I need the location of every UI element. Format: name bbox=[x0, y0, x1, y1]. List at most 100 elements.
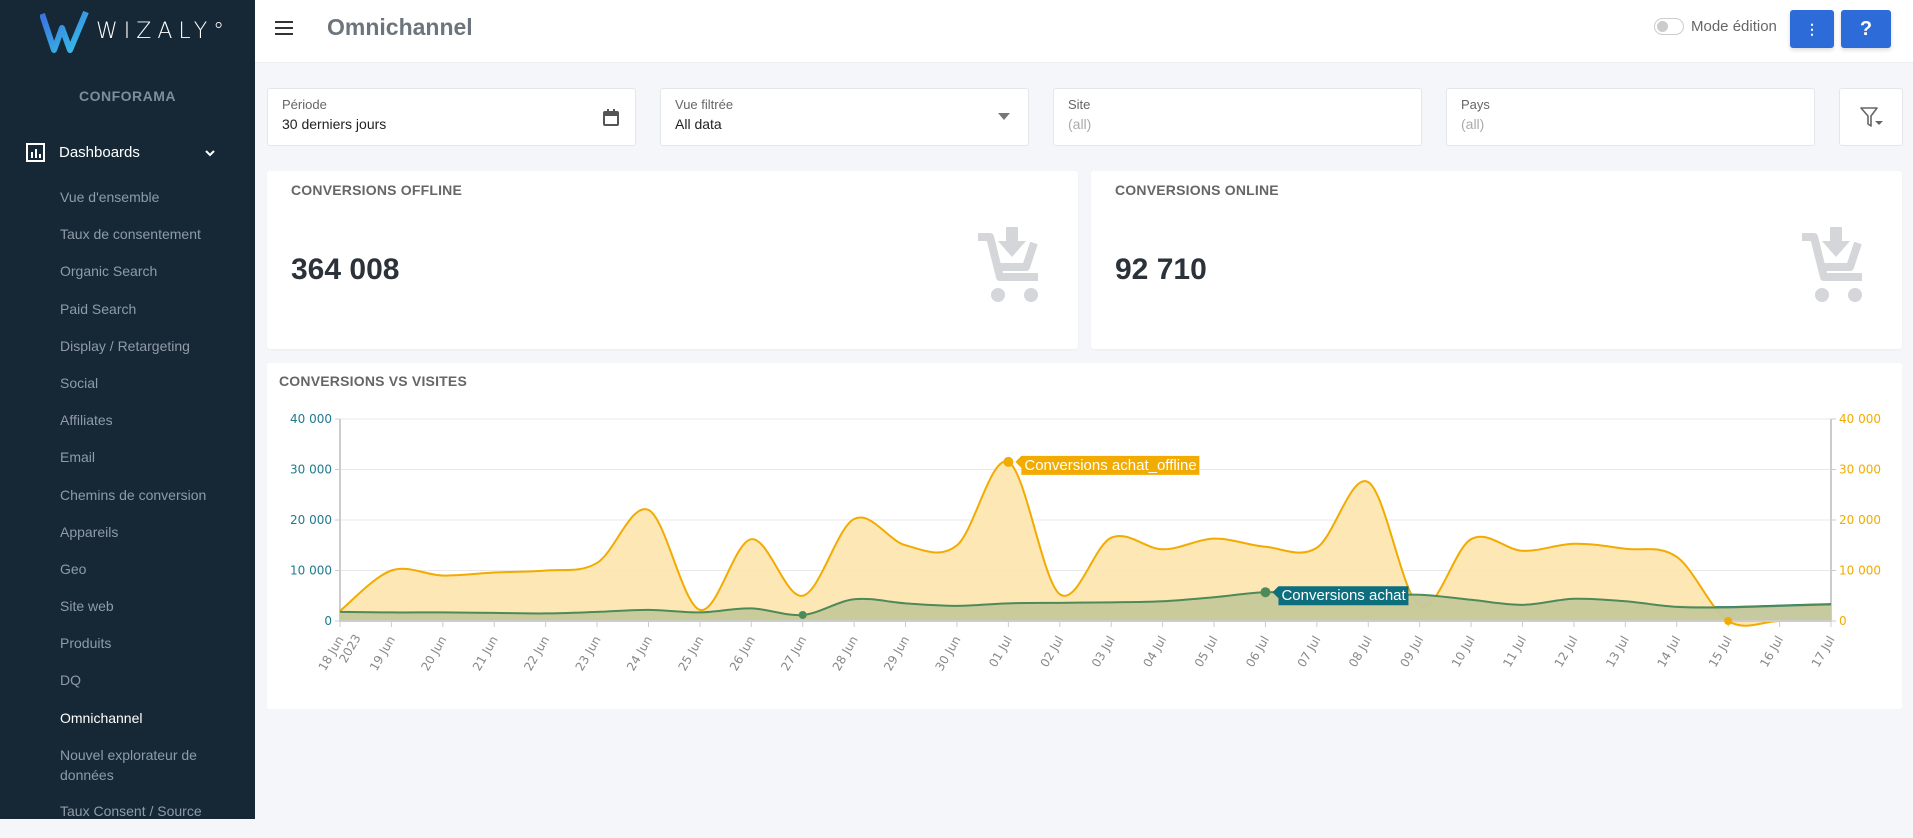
sidebar-item-display[interactable]: Display / Retargeting bbox=[60, 336, 230, 373]
logo[interactable]: WIZALY° bbox=[40, 6, 230, 56]
sidebar: WIZALY° CONFORAMA Dashboards Vue d'ensem… bbox=[0, 0, 255, 819]
company-name: CONFORAMA bbox=[78, 88, 177, 104]
pays-filter[interactable]: Pays (all) bbox=[1446, 88, 1815, 146]
x-tick-label: 14 Jul bbox=[1654, 634, 1683, 670]
sidebar-section-dashboards[interactable]: Dashboards bbox=[26, 143, 216, 162]
y-left-tick-label: 30 000 bbox=[290, 463, 332, 477]
x-tick-label: 24 Jun bbox=[624, 634, 655, 674]
sidebar-item-omnichannel[interactable]: Omnichannel bbox=[60, 708, 230, 745]
x-tick-label: 10 Jul bbox=[1449, 634, 1478, 670]
chevron-down-icon[interactable] bbox=[204, 149, 216, 157]
sidebar-item-paid-search[interactable]: Paid Search bbox=[60, 299, 230, 336]
sidebar-item-organic-search[interactable]: Organic Search bbox=[60, 261, 230, 298]
x-tick-label: 07 Jul bbox=[1295, 634, 1324, 670]
pays-value: (all) bbox=[1461, 116, 1485, 132]
dropdown-caret-icon[interactable] bbox=[998, 113, 1010, 120]
x-tick-label: 17 Jul bbox=[1809, 634, 1838, 670]
x-tick-label: 23 Jun bbox=[573, 634, 604, 674]
topbar: Omnichannel Mode édition ⋮ ? bbox=[255, 0, 1913, 63]
periode-label: Période bbox=[282, 97, 327, 112]
x-tick-label: 18 Jun2023 bbox=[316, 625, 364, 680]
x-tick-label: 13 Jul bbox=[1603, 634, 1632, 670]
sidebar-item-affiliates[interactable]: Affiliates bbox=[60, 410, 230, 447]
wizaly-logo-icon bbox=[40, 10, 89, 53]
sidebar-item-vue-ensemble[interactable]: Vue d'ensemble bbox=[60, 187, 230, 224]
y-right-tick-label: 10 000 bbox=[1839, 564, 1881, 578]
y-left-tick-label: 20 000 bbox=[290, 513, 332, 527]
kpi-card-offline: CONVERSIONS OFFLINE 364 008 bbox=[267, 171, 1078, 349]
sidebar-item-taux-consentement[interactable]: Taux de consentement bbox=[60, 224, 230, 261]
x-tick-label: 09 Jul bbox=[1397, 634, 1426, 670]
kpi-online-title: CONVERSIONS ONLINE bbox=[1115, 182, 1279, 198]
sidebar-item-appareils[interactable]: Appareils bbox=[60, 522, 230, 559]
chart-card: CONVERSIONS VS VISITES 0 0 10 000 10 000 20 … bbox=[267, 363, 1902, 709]
sidebar-item-site-web[interactable]: Site web bbox=[60, 596, 230, 633]
x-tick-label: 25 Jun bbox=[675, 634, 706, 674]
y-right-tick-label: 30 000 bbox=[1839, 463, 1881, 477]
sidebar-item-dq[interactable]: DQ bbox=[60, 670, 230, 707]
point-marker bbox=[798, 610, 807, 619]
sidebar-item-produits[interactable]: Produits bbox=[60, 633, 230, 670]
x-tick-label: 12 Jul bbox=[1552, 634, 1581, 670]
series-label-text: Conversions achat bbox=[1281, 587, 1406, 604]
cart-download-icon bbox=[978, 227, 1038, 302]
x-tick-label: 01 Jul bbox=[986, 634, 1015, 670]
series-label-text: Conversions achat_offline bbox=[1024, 457, 1196, 474]
series-label-point bbox=[1003, 456, 1014, 467]
x-tick-label: 15 Jul bbox=[1706, 634, 1735, 670]
point-marker bbox=[1724, 617, 1733, 625]
sidebar-item-social[interactable]: Social bbox=[60, 373, 230, 410]
mode-edition: Mode édition bbox=[1654, 18, 1777, 35]
x-tick-label: 19 Jun bbox=[367, 634, 398, 674]
vue-filtree-label: Vue filtrée bbox=[675, 97, 734, 112]
menu-toggle-icon[interactable] bbox=[275, 21, 293, 37]
filter-icon bbox=[1860, 107, 1883, 127]
calendar-icon[interactable] bbox=[603, 109, 619, 126]
x-tick-label: 28 Jun bbox=[830, 634, 861, 674]
x-tick-label: 22 Jun bbox=[521, 634, 552, 674]
periode-value: 30 derniers jours bbox=[282, 116, 387, 132]
bar-chart-icon bbox=[26, 143, 45, 162]
site-filter[interactable]: Site (all) bbox=[1053, 88, 1422, 146]
advanced-filter-button[interactable] bbox=[1839, 88, 1903, 146]
sidebar-item-email[interactable]: Email bbox=[60, 447, 230, 484]
conversions-chart: 0 0 10 000 10 000 20 000 20 000 30 000 30 000 40… bbox=[290, 412, 1881, 680]
y-right-tick-label: 40 000 bbox=[1839, 412, 1881, 426]
y-left-tick-label: 0 bbox=[324, 614, 332, 628]
x-tick-label: 03 Jul bbox=[1089, 634, 1118, 670]
x-tick-label: 21 Jun bbox=[470, 634, 501, 674]
sidebar-nav: Vue d'ensemble Taux de consentement Orga… bbox=[60, 187, 230, 838]
sidebar-item-geo[interactable]: Geo bbox=[60, 559, 230, 596]
y-right-tick-label: 20 000 bbox=[1839, 513, 1881, 527]
sidebar-item-chemins[interactable]: Chemins de conversion bbox=[60, 485, 230, 522]
logo-text: WIZALY° bbox=[96, 18, 231, 44]
help-button[interactable]: ? bbox=[1841, 10, 1891, 48]
mode-edition-toggle[interactable] bbox=[1654, 18, 1684, 35]
vue-filtree-select[interactable]: Vue filtrée All data bbox=[660, 88, 1029, 146]
x-tick-label: 04 Jul bbox=[1140, 634, 1169, 670]
periode-filter[interactable]: Période 30 derniers jours bbox=[267, 88, 636, 146]
vue-filtree-value: All data bbox=[675, 116, 722, 132]
kpi-card-online: CONVERSIONS ONLINE 92 710 bbox=[1091, 171, 1902, 349]
page-title: Omnichannel bbox=[327, 14, 473, 40]
mode-edition-label: Mode édition bbox=[1691, 18, 1777, 35]
y-right-tick-label: 0 bbox=[1839, 614, 1847, 628]
series-label-point bbox=[1260, 587, 1271, 598]
x-tick-label: 06 Jul bbox=[1243, 634, 1272, 670]
x-tick-label: 08 Jul bbox=[1346, 634, 1375, 670]
sidebar-item-explorateur[interactable]: Nouvel explorateur de données bbox=[60, 745, 230, 801]
site-label: Site bbox=[1068, 97, 1091, 112]
sidebar-item-taux-consent-source[interactable]: Taux Consent / Source bbox=[60, 801, 230, 838]
more-options-button[interactable]: ⋮ bbox=[1790, 10, 1834, 48]
x-tick-label: 05 Jul bbox=[1192, 634, 1221, 670]
x-tick-label: 29 Jun bbox=[881, 634, 912, 674]
x-tick-label: 11 Jul bbox=[1500, 634, 1529, 670]
pays-label: Pays bbox=[1461, 97, 1490, 112]
x-tick-label: 30 Jun bbox=[933, 634, 964, 674]
sidebar-section-label: Dashboards bbox=[59, 144, 140, 161]
x-tick-label: 20 Jun bbox=[418, 634, 449, 674]
cart-download-icon bbox=[1802, 227, 1862, 302]
x-tick-label: 27 Jun bbox=[778, 634, 809, 674]
kpi-online-value: 92 710 bbox=[1115, 253, 1207, 286]
y-left-tick-label: 10 000 bbox=[290, 564, 332, 578]
